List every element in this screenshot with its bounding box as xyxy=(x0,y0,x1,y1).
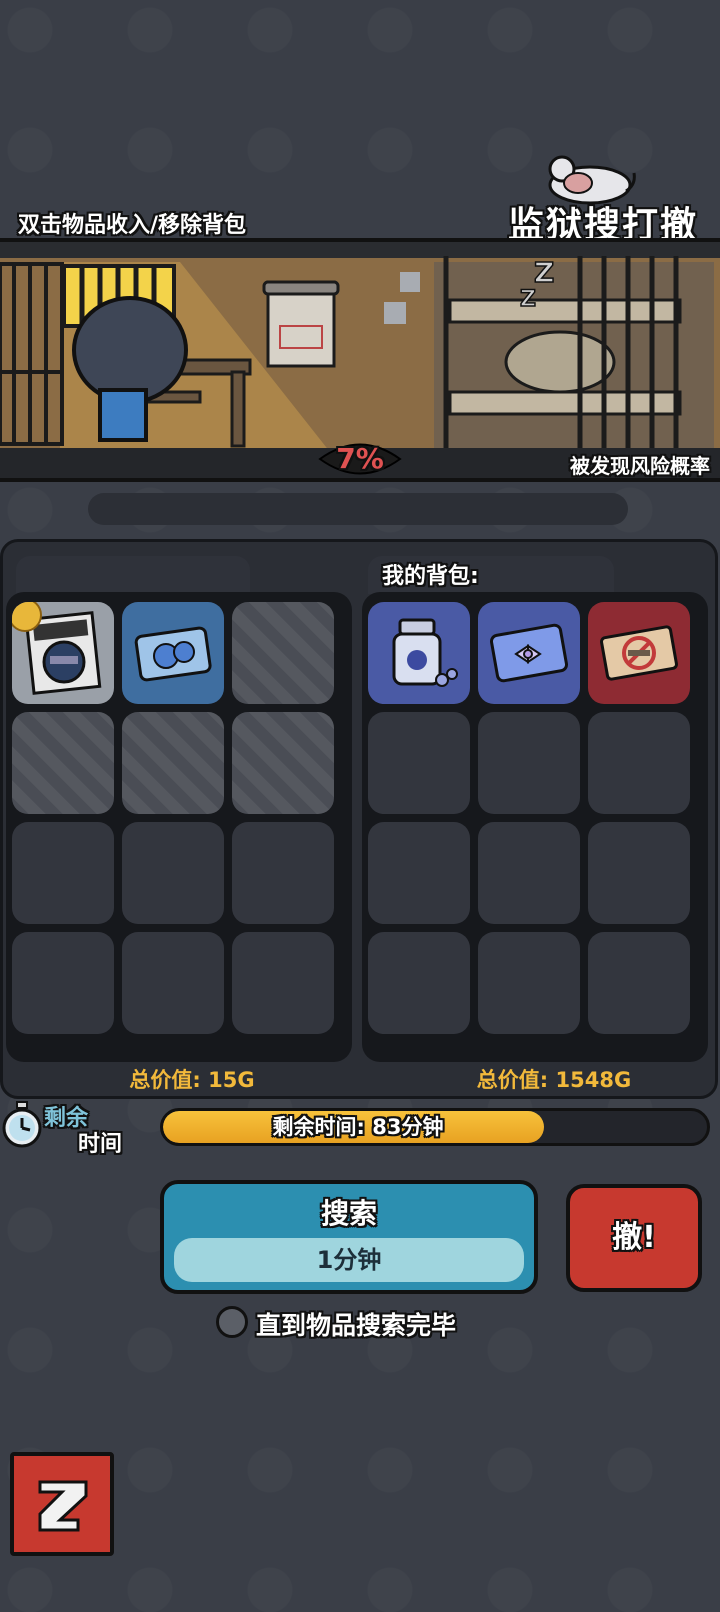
empty-slot[interactable] xyxy=(478,932,580,1034)
empty-slot[interactable] xyxy=(368,822,470,924)
empty-slot[interactable] xyxy=(368,712,470,814)
double-click-hint: 双击物品收入/移除背包 xyxy=(18,213,247,238)
search-slot-magazine[interactable] xyxy=(12,602,114,704)
empty-slot[interactable] xyxy=(122,822,224,924)
backpack-title: 我的背包: xyxy=(382,564,479,589)
empty-slot[interactable] xyxy=(12,932,114,1034)
backpack-grid xyxy=(362,592,708,1062)
empty-slot[interactable] xyxy=(588,712,690,814)
stopwatch-icon xyxy=(2,1101,42,1148)
empty-slot[interactable] xyxy=(588,932,690,1034)
remaining-time-label-2: 时间 xyxy=(78,1132,123,1157)
search-slot-card[interactable] xyxy=(122,602,224,704)
pill-bottle-icon xyxy=(392,618,458,687)
risk-label: 被发现风险概率 xyxy=(570,454,710,478)
empty-slot[interactable] xyxy=(588,822,690,924)
retreat-button[interactable]: 撤! xyxy=(566,1184,702,1292)
search-area-header xyxy=(16,556,250,594)
svg-text:Z: Z xyxy=(534,256,554,289)
item-scrollbar[interactable] xyxy=(88,493,628,525)
backpack-total-value: 总价值: 1548G xyxy=(476,1068,632,1092)
backpack-slot-ticket[interactable] xyxy=(478,602,580,704)
search-until-done-label: 直到物品搜索完毕 xyxy=(256,1311,457,1340)
blue-card-icon xyxy=(134,626,212,682)
empty-slot[interactable] xyxy=(368,932,470,1034)
time-progress-text: 剩余时间: 83分钟 xyxy=(272,1115,444,1139)
empty-slot[interactable] xyxy=(232,822,334,924)
back-arrow-icon xyxy=(38,1480,88,1532)
svg-text:Z: Z xyxy=(520,287,536,312)
search-until-done-checkbox[interactable] xyxy=(216,1306,248,1338)
back-button[interactable] xyxy=(10,1452,114,1556)
empty-slot[interactable] xyxy=(478,712,580,814)
empty-slot[interactable] xyxy=(12,822,114,924)
locked-slot xyxy=(232,712,334,814)
time-progress-bar: 剩余时间: 83分钟 xyxy=(160,1108,710,1146)
search-duration: 1分钟 xyxy=(174,1238,524,1282)
empty-slot[interactable] xyxy=(232,932,334,1034)
empty-slot[interactable] xyxy=(122,932,224,1034)
no-smoking-ticket-icon xyxy=(600,625,678,681)
toy-ticket-icon xyxy=(489,623,569,683)
locked-slot xyxy=(122,712,224,814)
search-button-label: 搜索 xyxy=(320,1197,377,1230)
locked-slot xyxy=(12,712,114,814)
search-area-grid xyxy=(6,592,352,1062)
search-button[interactable]: 搜索 1分钟 xyxy=(160,1180,538,1294)
search-area-total-value: 总价值: 15G xyxy=(129,1068,255,1092)
empty-slot[interactable] xyxy=(478,822,580,924)
locked-slot xyxy=(232,602,334,704)
risk-percentage: 7% xyxy=(336,442,384,475)
backpack-slot-pills[interactable] xyxy=(368,602,470,704)
backpack-slot-coupon[interactable] xyxy=(588,602,690,704)
